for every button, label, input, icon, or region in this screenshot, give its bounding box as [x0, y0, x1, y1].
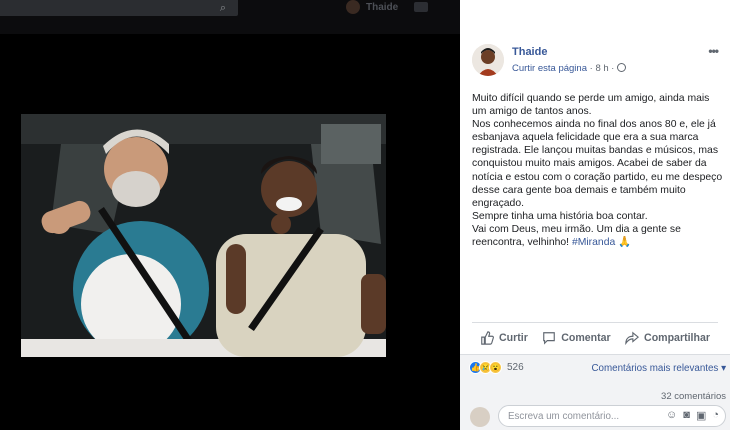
comment-icons: ☺ ◙ ▣ ◔	[666, 409, 719, 422]
comment-sort-label: Comentários mais relevantes	[591, 363, 719, 374]
reactions-summary[interactable]: 👍 😢 😮 526	[469, 361, 524, 374]
comments-count[interactable]: 32 comentários	[661, 391, 726, 402]
post-header: Thaide Curtir esta página · 8 h · •••	[472, 44, 728, 78]
post-paragraph: Nos conhecemos ainda no final dos anos 8…	[472, 119, 723, 209]
comment-sort-dropdown[interactable]: Comentários mais relevantes ▾	[591, 363, 726, 374]
avatar-illustration	[472, 44, 504, 76]
gif-icon[interactable]: ▣	[696, 409, 706, 422]
comment-button[interactable]: Comentar	[542, 331, 611, 345]
like-page-link[interactable]: Curtir esta página	[512, 63, 587, 74]
share-label: Compartilhar	[644, 331, 710, 344]
post-actions: Curtir Comentar Compartilhar	[472, 322, 718, 352]
like-button[interactable]: Curtir	[480, 330, 528, 345]
more-options-icon[interactable]: •••	[708, 44, 719, 58]
commenter-avatar	[470, 407, 490, 427]
post-panel: Thaide Curtir esta página · 8 h · ••• Mu…	[460, 0, 730, 430]
search-icon[interactable]: ⌕	[216, 1, 230, 15]
globe-icon	[616, 63, 626, 72]
chevron-down-icon: ▾	[721, 363, 726, 374]
like-label: Curtir	[499, 331, 528, 344]
comment-input[interactable]: Escreva um comentário... ☺ ◙ ▣ ◔	[498, 405, 726, 427]
home-icon[interactable]	[414, 2, 428, 12]
comment-placeholder: Escreva um comentário...	[508, 411, 620, 422]
facebook-photo-viewer: ⌕ Thaide Thaide Curtir esta página · 8 h…	[0, 0, 730, 430]
camera-icon[interactable]: ◙	[683, 409, 690, 422]
post-meta: Curtir esta página · 8 h ·	[512, 63, 626, 74]
hashtag-link[interactable]: #Miranda	[572, 237, 615, 248]
post-stats: 👍 😢 😮 526 Comentários mais relevantes ▾ …	[460, 354, 730, 430]
post-text: Muito difícil quando se perde um amigo, …	[472, 92, 724, 249]
comment-icon	[543, 331, 556, 345]
wow-reaction-icon: 😮	[489, 361, 502, 374]
post-photo[interactable]	[21, 114, 386, 357]
comment-label: Comentar	[561, 331, 611, 344]
globe-icon: ·	[611, 63, 615, 73]
photo-illustration	[21, 114, 386, 357]
thumbs-up-icon	[481, 330, 494, 345]
author-avatar[interactable]	[472, 44, 504, 76]
share-button[interactable]: Compartilhar	[625, 331, 710, 345]
share-icon	[625, 331, 640, 345]
emoji-icon[interactable]: ☺	[666, 409, 677, 422]
avatar	[346, 0, 360, 14]
top-bar: ⌕ Thaide	[0, 0, 460, 34]
post-paragraph: Vai com Deus, meu irmão. Um dia a gente …	[472, 223, 724, 249]
sticker-icon[interactable]: ◔	[712, 409, 719, 422]
search-bar[interactable]	[0, 0, 238, 16]
reaction-count: 526	[507, 362, 524, 373]
photo-stage	[0, 34, 460, 430]
author-name[interactable]: Thaide	[512, 46, 547, 58]
post-paragraph: Sempre tinha uma história boa contar.	[472, 210, 648, 222]
post-time[interactable]: 8 h	[595, 63, 608, 74]
top-bar-profile[interactable]: Thaide	[346, 0, 398, 14]
pray-emoji: 🙏	[618, 237, 632, 249]
post-paragraph: Muito difícil quando se perde um amigo, …	[472, 93, 710, 118]
profile-name: Thaide	[366, 1, 399, 13]
